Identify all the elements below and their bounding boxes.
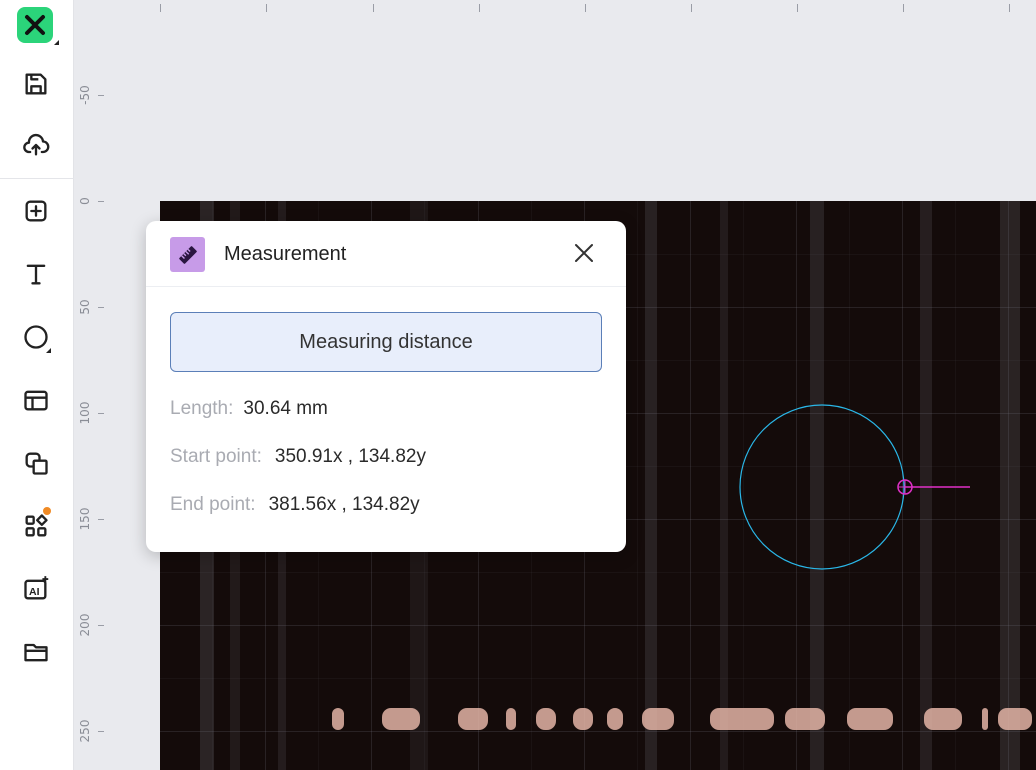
ruler-tick xyxy=(98,307,104,308)
start-point-label: Start point: xyxy=(170,446,262,467)
ruler-tick xyxy=(160,4,161,12)
panel-title: Measurement xyxy=(224,243,347,265)
shape-circle-outline[interactable] xyxy=(739,404,905,570)
elements-icon xyxy=(25,452,48,475)
shape-menu-indicator xyxy=(46,348,51,353)
save-icon xyxy=(25,73,47,95)
app-logo[interactable] xyxy=(17,7,53,43)
ruler-label: 0 xyxy=(78,197,92,205)
ruler-tick xyxy=(373,4,374,12)
length-value: 30.64 mm xyxy=(243,398,328,419)
text-icon xyxy=(26,264,46,285)
measurement-panel: Measurement Measuring distance Length: 30… xyxy=(146,221,626,552)
ruler-label: 150 xyxy=(78,507,92,531)
layout-icon xyxy=(24,390,48,411)
start-point-row: Start point: 350.91x , 134.82y xyxy=(170,446,426,468)
notification-dot xyxy=(43,507,51,515)
ruler-tick xyxy=(585,4,586,12)
elements-tool-button[interactable] xyxy=(17,444,55,482)
layout-tool-button[interactable] xyxy=(17,381,55,419)
ai-tool-button[interactable]: AI xyxy=(17,570,55,608)
end-point-value: 381.56x , 134.82y xyxy=(268,494,420,515)
ruler-label: 200 xyxy=(78,613,92,637)
ruler-tick xyxy=(98,731,104,732)
ruler-label: 250 xyxy=(78,719,92,743)
ruler-label: -50 xyxy=(78,85,92,105)
ruler-tick xyxy=(691,4,692,12)
ai-icon-label: AI xyxy=(29,586,40,598)
x-logo-icon xyxy=(25,15,45,35)
left-toolbar: AI xyxy=(0,0,74,770)
circle-icon xyxy=(24,325,48,349)
folder-icon xyxy=(24,643,48,662)
plus-square-icon xyxy=(25,200,47,222)
close-icon xyxy=(575,244,593,262)
cloud-upload-icon xyxy=(23,133,50,156)
ruler-tick xyxy=(98,519,104,520)
toolbar-divider xyxy=(0,178,74,179)
ruler-tick xyxy=(98,625,104,626)
close-button[interactable] xyxy=(570,239,598,267)
measuring-distance-button[interactable]: Measuring distance xyxy=(170,312,602,372)
apps-icon xyxy=(25,514,48,537)
ruler-tick xyxy=(98,95,104,96)
text-tool-button[interactable] xyxy=(17,255,55,293)
ruler-icon xyxy=(170,237,205,272)
length-label: Length: xyxy=(170,398,234,419)
ruler-tick xyxy=(903,4,904,12)
save-button[interactable] xyxy=(17,65,55,103)
ruler-tick xyxy=(98,201,104,202)
add-element-button[interactable] xyxy=(17,192,55,230)
ai-icon: AI xyxy=(24,576,49,600)
ruler-tick xyxy=(266,4,267,12)
end-point-row: End point: 381.56x , 134.82y xyxy=(170,494,420,516)
logo-menu-indicator xyxy=(54,40,59,45)
files-tool-button[interactable] xyxy=(17,633,55,671)
upload-button[interactable] xyxy=(17,126,55,164)
ruler-label: 50 xyxy=(78,299,92,315)
ruler-label: 100 xyxy=(78,401,92,425)
ruler-tick xyxy=(797,4,798,12)
end-point-label: End point: xyxy=(170,494,256,515)
ruler-tick xyxy=(98,413,104,414)
panel-header: Measurement xyxy=(146,221,626,287)
length-row: Length: 30.64 mm xyxy=(170,398,328,420)
start-point-value: 350.91x , 134.82y xyxy=(274,446,426,467)
ruler-tick xyxy=(1009,4,1010,12)
ruler-tick xyxy=(479,4,480,12)
